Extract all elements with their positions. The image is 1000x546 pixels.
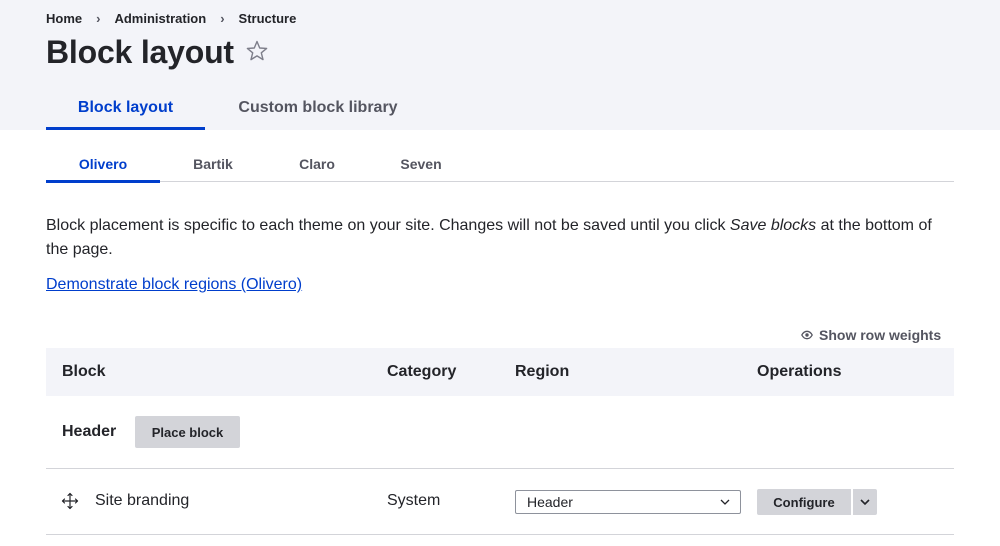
intro-text-start: Block placement is specific to each them…: [46, 217, 730, 234]
star-outline-icon-graphic: [246, 40, 268, 61]
breadcrumb: Home › Administration › Structure: [46, 10, 296, 26]
tab-theme-bartik[interactable]: Bartik: [160, 145, 266, 182]
drag-handle-icon[interactable]: [61, 492, 79, 510]
page-title: Block layout: [46, 33, 234, 70]
theme-tabs: Olivero Bartik Claro Seven: [46, 145, 954, 183]
tab-block-layout[interactable]: Block layout: [46, 86, 205, 130]
chevron-down-icon: [719, 496, 731, 508]
operations-dropdown-toggle[interactable]: [852, 489, 877, 515]
intro-text: Block placement is specific to each them…: [46, 214, 954, 262]
table-row: Site branding System Header Configure: [46, 469, 954, 535]
tab-custom-block-library[interactable]: Custom block library: [205, 86, 431, 130]
table-header: Block Category Region Operations: [46, 348, 954, 396]
block-name: Site branding: [95, 492, 190, 509]
region-title: Header: [62, 423, 117, 440]
primary-tabs: Block layout Custom block library: [46, 86, 431, 130]
region-select[interactable]: Header: [515, 490, 741, 514]
star-outline-icon[interactable]: [243, 36, 271, 66]
region-row-header: Header Place block: [46, 396, 954, 469]
column-header-region: Region: [515, 363, 570, 380]
configure-button[interactable]: Configure: [757, 489, 851, 515]
breadcrumb-structure[interactable]: Structure: [239, 11, 297, 26]
tab-theme-olivero[interactable]: Olivero: [46, 145, 160, 183]
column-header-operations: Operations: [757, 363, 842, 380]
column-header-category: Category: [387, 363, 457, 380]
place-block-button[interactable]: Place block: [135, 416, 240, 448]
block-category: System: [387, 492, 441, 509]
region-select-value: Header: [527, 494, 573, 510]
eye-icon: [801, 329, 813, 341]
chevron-down-icon: [860, 499, 870, 506]
breadcrumb-administration[interactable]: Administration: [114, 11, 206, 26]
tab-theme-seven[interactable]: Seven: [368, 145, 474, 182]
breadcrumb-separator: ›: [96, 10, 101, 26]
breadcrumb-home[interactable]: Home: [46, 11, 82, 26]
tab-theme-claro[interactable]: Claro: [266, 145, 368, 182]
show-row-weights-label: Show row weights: [819, 327, 942, 343]
intro-text-emphasis: Save blocks: [729, 217, 817, 234]
breadcrumb-separator: ›: [220, 10, 225, 26]
column-header-block: Block: [62, 363, 106, 380]
demonstrate-regions-link[interactable]: Demonstrate block regions (Olivero): [46, 274, 302, 296]
show-row-weights-toggle[interactable]: Show row weights: [801, 326, 941, 344]
